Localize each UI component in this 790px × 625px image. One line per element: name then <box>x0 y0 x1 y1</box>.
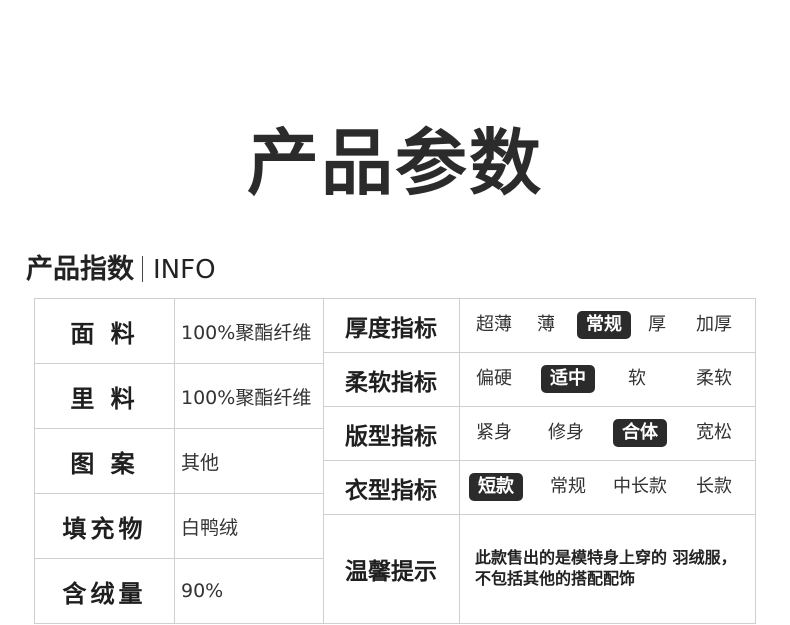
indicator-option: 紧身 <box>476 422 512 443</box>
indicator-option: 长款 <box>696 476 732 497</box>
indicator-row-thickness: 厚度指标 超薄 薄 常规 厚 加厚 <box>323 299 755 353</box>
indicator-option: 常规 <box>550 476 586 497</box>
tip-row: 温馨提示 此款售出的是模特身上穿的 羽绒服，不包括其他的搭配配饰 <box>323 515 755 623</box>
indicator-option: 软 <box>628 368 646 389</box>
material-row: 面 料 100%聚酯纤维 <box>35 299 323 364</box>
material-row: 填充物 白鸭绒 <box>35 494 323 559</box>
indicator-option: 薄 <box>537 314 555 335</box>
section-heading-cn: 产品指数 <box>26 254 134 285</box>
material-label: 面 料 <box>35 299 175 363</box>
indicator-row-fit: 版型指标 紧身 修身 合体 宽松 <box>323 407 755 461</box>
indicator-option: 超薄 <box>476 314 512 335</box>
section-heading-en: INFO <box>153 255 216 285</box>
indicator-label: 版型指标 <box>323 407 460 460</box>
material-value: 白鸭绒 <box>181 516 239 539</box>
indicator-option: 加厚 <box>696 314 732 335</box>
tip-text: 此款售出的是模特身上穿的 羽绒服，不包括其他的搭配配饰 <box>475 548 737 588</box>
material-label: 里 料 <box>35 364 175 428</box>
heading-divider <box>142 255 143 282</box>
indicator-option-selected: 短款 <box>469 473 523 501</box>
indicator-row-length: 衣型指标 短款 常规 中长款 长款 <box>323 461 755 515</box>
indicator-option-selected: 常规 <box>577 311 631 339</box>
indicator-row-softness: 柔软指标 偏硬 适中 软 柔软 <box>323 353 755 407</box>
material-row: 图 案 其他 <box>35 429 323 494</box>
section-heading: 产品指数 INFO <box>26 252 216 288</box>
page-title: 产品参数 <box>246 121 543 205</box>
material-value: 100%聚酯纤维 <box>181 386 312 409</box>
indicator-option: 偏硬 <box>476 368 512 389</box>
indicator-label: 衣型指标 <box>323 461 460 514</box>
material-label: 含绒量 <box>35 559 175 623</box>
indicator-column: 厚度指标 超薄 薄 常规 厚 加厚 柔软指标 偏硬 适中 软 柔软 版型指标 紧… <box>323 299 755 623</box>
tip-label: 温馨提示 <box>323 515 460 623</box>
material-row: 里 料 100%聚酯纤维 <box>35 364 323 429</box>
indicator-option: 修身 <box>548 422 584 443</box>
material-row: 含绒量 90% <box>35 559 323 623</box>
material-column: 面 料 100%聚酯纤维 里 料 100%聚酯纤维 图 案 其他 填充物 白鸭绒… <box>35 299 324 623</box>
indicator-label: 厚度指标 <box>323 299 460 352</box>
material-label: 图 案 <box>35 429 175 493</box>
indicator-option-selected: 合体 <box>613 419 667 447</box>
material-value: 其他 <box>181 451 220 474</box>
indicator-option: 中长款 <box>613 476 667 497</box>
indicator-option: 柔软 <box>696 368 732 389</box>
indicator-label: 柔软指标 <box>323 353 460 406</box>
material-label: 填充物 <box>35 494 175 558</box>
material-value: 100%聚酯纤维 <box>181 321 312 344</box>
material-value: 90% <box>181 580 224 602</box>
parameter-table: 面 料 100%聚酯纤维 里 料 100%聚酯纤维 图 案 其他 填充物 白鸭绒… <box>34 298 756 624</box>
indicator-option: 厚 <box>648 314 666 335</box>
indicator-option-selected: 适中 <box>541 365 595 393</box>
indicator-option: 宽松 <box>696 422 732 443</box>
